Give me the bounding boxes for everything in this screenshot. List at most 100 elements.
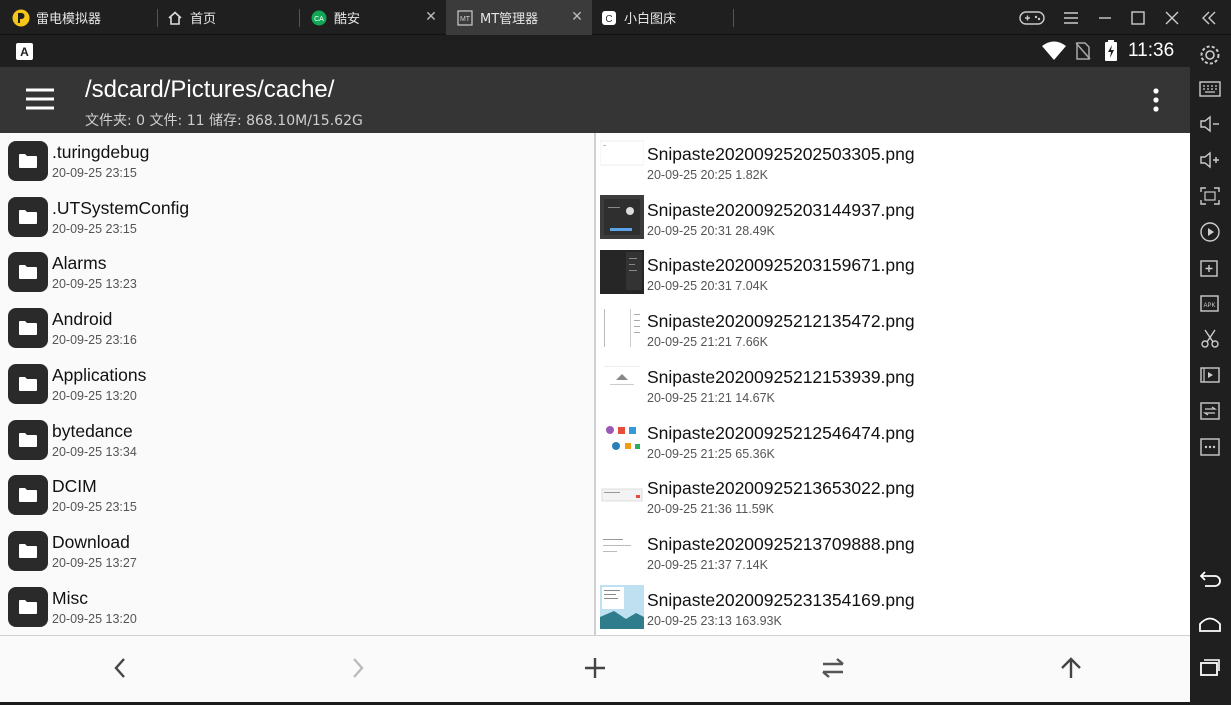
sync-icon[interactable] [1196, 397, 1224, 425]
file-name: Snipaste20200925212135472.png [647, 311, 915, 332]
parent-directory-button[interactable] [1051, 650, 1091, 690]
folder-date: 20-09-25 13:27 [52, 555, 137, 570]
android-home-icon[interactable] [1196, 610, 1224, 638]
keyboard-icon[interactable] [1196, 75, 1224, 103]
install-apk-icon[interactable]: APK [1196, 289, 1224, 317]
image-file-row[interactable]: Snipaste20200925212546474.png 20-09-25 21… [596, 412, 1190, 468]
hamburger-menu-icon[interactable] [26, 88, 54, 115]
folder-row[interactable]: Alarms 20-09-25 13:23 [0, 244, 594, 300]
path-title: /sdcard/Pictures/cache/ [85, 76, 335, 103]
svg-text:APK: APK [1203, 303, 1215, 309]
close-window-icon[interactable] [1155, 0, 1189, 35]
android-screen: A 11:36 /sdcard/Pictures/cache/ 文件夹: 0 文… [0, 35, 1190, 702]
file-meta: 20-09-25 20:31 7.04K [647, 279, 768, 294]
android-back-icon[interactable] [1196, 566, 1224, 594]
folder-date: 20-09-25 23:15 [52, 500, 137, 515]
folder-icon [8, 475, 48, 516]
add-window-icon[interactable] [1196, 254, 1224, 282]
coolapk-icon: CA [310, 9, 328, 27]
file-meta: 20-09-25 21:25 65.36K [647, 446, 775, 461]
image-file-row[interactable]: Snipaste20200925203144937.png 20-09-25 20… [596, 189, 1190, 245]
path-summary: 文件夹: 0 文件: 11 储存: 868.10M/15.62G [85, 113, 363, 129]
folder-name: Applications [52, 364, 147, 385]
add-button[interactable] [575, 650, 615, 690]
video-icon[interactable] [1196, 361, 1224, 389]
file-meta: 20-09-25 23:13 163.93K [647, 613, 782, 628]
image-file-row[interactable]: Snipaste20200925203159671.png 20-09-25 20… [596, 244, 1190, 300]
tab-ldplayer[interactable]: 雷电模拟器 [0, 0, 158, 35]
image-file-row[interactable]: Snipaste20200925212135472.png 20-09-25 21… [596, 300, 1190, 356]
file-meta: 20-09-25 20:25 1.82K [647, 168, 768, 182]
fullscreen-icon[interactable] [1196, 182, 1224, 210]
ldplayer-logo-icon [12, 9, 30, 27]
tab-mt-manager[interactable]: MT MT管理器 ✕ [446, 0, 592, 35]
android-status-bar: A 11:36 [0, 35, 1190, 67]
record-icon[interactable] [1196, 218, 1224, 246]
image-thumbnail [600, 528, 644, 573]
settings-gear-icon[interactable] [1196, 41, 1224, 69]
image-file-row[interactable]: Snipaste20200925202503305.png 20-09-25 20… [596, 133, 1190, 189]
maximize-icon[interactable] [1121, 0, 1155, 35]
folder-row[interactable]: bytedance 20-09-25 13:34 [0, 412, 594, 468]
folder-icon [8, 419, 48, 460]
folder-name: Android [52, 309, 113, 330]
folder-icon [8, 586, 48, 627]
folder-icon [8, 196, 48, 237]
scissors-icon[interactable] [1196, 325, 1224, 353]
folder-row[interactable]: DCIM 20-09-25 23:15 [0, 467, 594, 523]
image-file-row[interactable]: Snipaste20200925231354169.png 20-09-25 23… [596, 579, 1190, 635]
volume-down-icon[interactable] [1196, 110, 1224, 138]
collapse-sidebar-icon[interactable] [1192, 0, 1226, 35]
folder-date: 20-09-25 13:23 [52, 277, 137, 292]
folder-date: 20-09-25 13:20 [52, 611, 137, 626]
folder-name: Misc [52, 587, 88, 608]
image-file-row[interactable]: Snipaste20200925213653022.png 20-09-25 21… [596, 467, 1190, 523]
tab-image-host[interactable]: C 小白图床 [592, 0, 734, 35]
tab-label: 小白图床 [624, 12, 677, 27]
plus-icon [584, 657, 606, 684]
tab-label: 雷电模拟器 [36, 12, 102, 27]
folder-row[interactable]: .UTSystemConfig 20-09-25 23:15 [0, 189, 594, 245]
no-sim-icon [1075, 42, 1091, 65]
image-thumbnail [600, 473, 644, 518]
left-file-pane: .turingdebug 20-09-25 23:15 .UTSystemConfi… [0, 133, 594, 635]
image-file-row[interactable]: Snipaste20200925212153939.png 20-09-25 21… [596, 356, 1190, 412]
minimize-icon[interactable] [1088, 0, 1122, 35]
folder-row[interactable]: Applications 20-09-25 13:20 [0, 356, 594, 412]
image-thumbnail [600, 139, 644, 183]
folder-row[interactable]: .turingdebug 20-09-25 23:15 [0, 133, 594, 189]
close-icon[interactable]: ✕ [570, 10, 584, 24]
more-vert-icon[interactable] [1150, 87, 1162, 118]
right-file-pane: Snipaste20200925202503305.png 20-09-25 20… [596, 133, 1190, 635]
file-name: Snipaste20200925213653022.png [647, 478, 915, 499]
more-options-icon[interactable] [1196, 433, 1224, 461]
volume-up-icon[interactable] [1196, 146, 1224, 174]
image-thumbnail [600, 194, 644, 239]
tab-home[interactable]: 首页 [158, 0, 300, 35]
close-icon[interactable]: ✕ [424, 10, 438, 24]
folder-row[interactable]: Download 20-09-25 13:27 [0, 523, 594, 579]
home-icon [166, 9, 184, 27]
tab-coolapk[interactable]: CA 酷安 ✕ [300, 0, 446, 35]
folder-row[interactable]: Misc 20-09-25 13:20 [0, 579, 594, 635]
file-name: Snipaste20200925212546474.png [647, 422, 915, 443]
back-button[interactable] [100, 650, 140, 690]
svg-text:C: C [605, 14, 612, 25]
image-file-row[interactable]: Snipaste20200925213709888.png 20-09-25 21… [596, 523, 1190, 579]
folder-icon [8, 141, 48, 181]
image-thumbnail [600, 584, 644, 629]
menu-icon[interactable] [1054, 0, 1088, 35]
arrow-up-icon [1059, 656, 1083, 685]
android-recents-icon[interactable] [1196, 653, 1224, 681]
swap-panes-button[interactable] [813, 650, 853, 690]
file-name: Snipaste20200925231354169.png [647, 589, 915, 610]
folder-row[interactable]: Android 20-09-25 23:16 [0, 300, 594, 356]
image-thumbnail [600, 306, 644, 351]
svg-text:CA: CA [314, 16, 324, 23]
forward-button[interactable] [338, 650, 378, 690]
folder-date: 20-09-25 23:16 [52, 333, 137, 348]
gamepad-icon[interactable] [1015, 0, 1049, 35]
svg-text:MT: MT [460, 16, 471, 23]
folder-name: .turingdebug [52, 142, 150, 162]
file-name: Snipaste20200925203144937.png [647, 199, 915, 220]
